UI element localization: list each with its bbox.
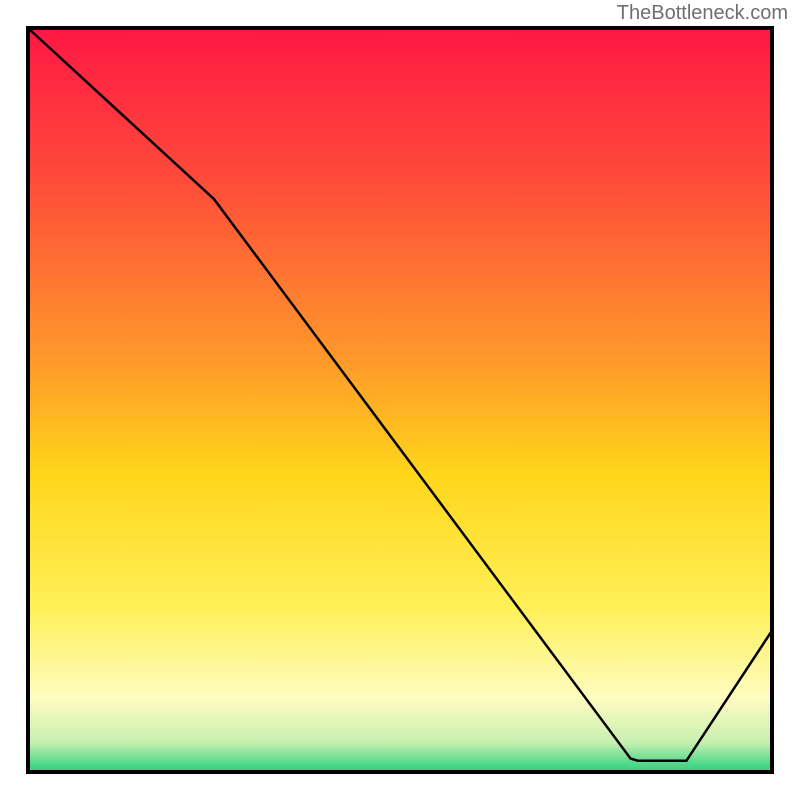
chart-container: TheBottleneck.com (0, 0, 800, 800)
plot-background (28, 28, 772, 772)
bottleneck-chart (0, 0, 800, 800)
watermark: TheBottleneck.com (617, 2, 788, 25)
